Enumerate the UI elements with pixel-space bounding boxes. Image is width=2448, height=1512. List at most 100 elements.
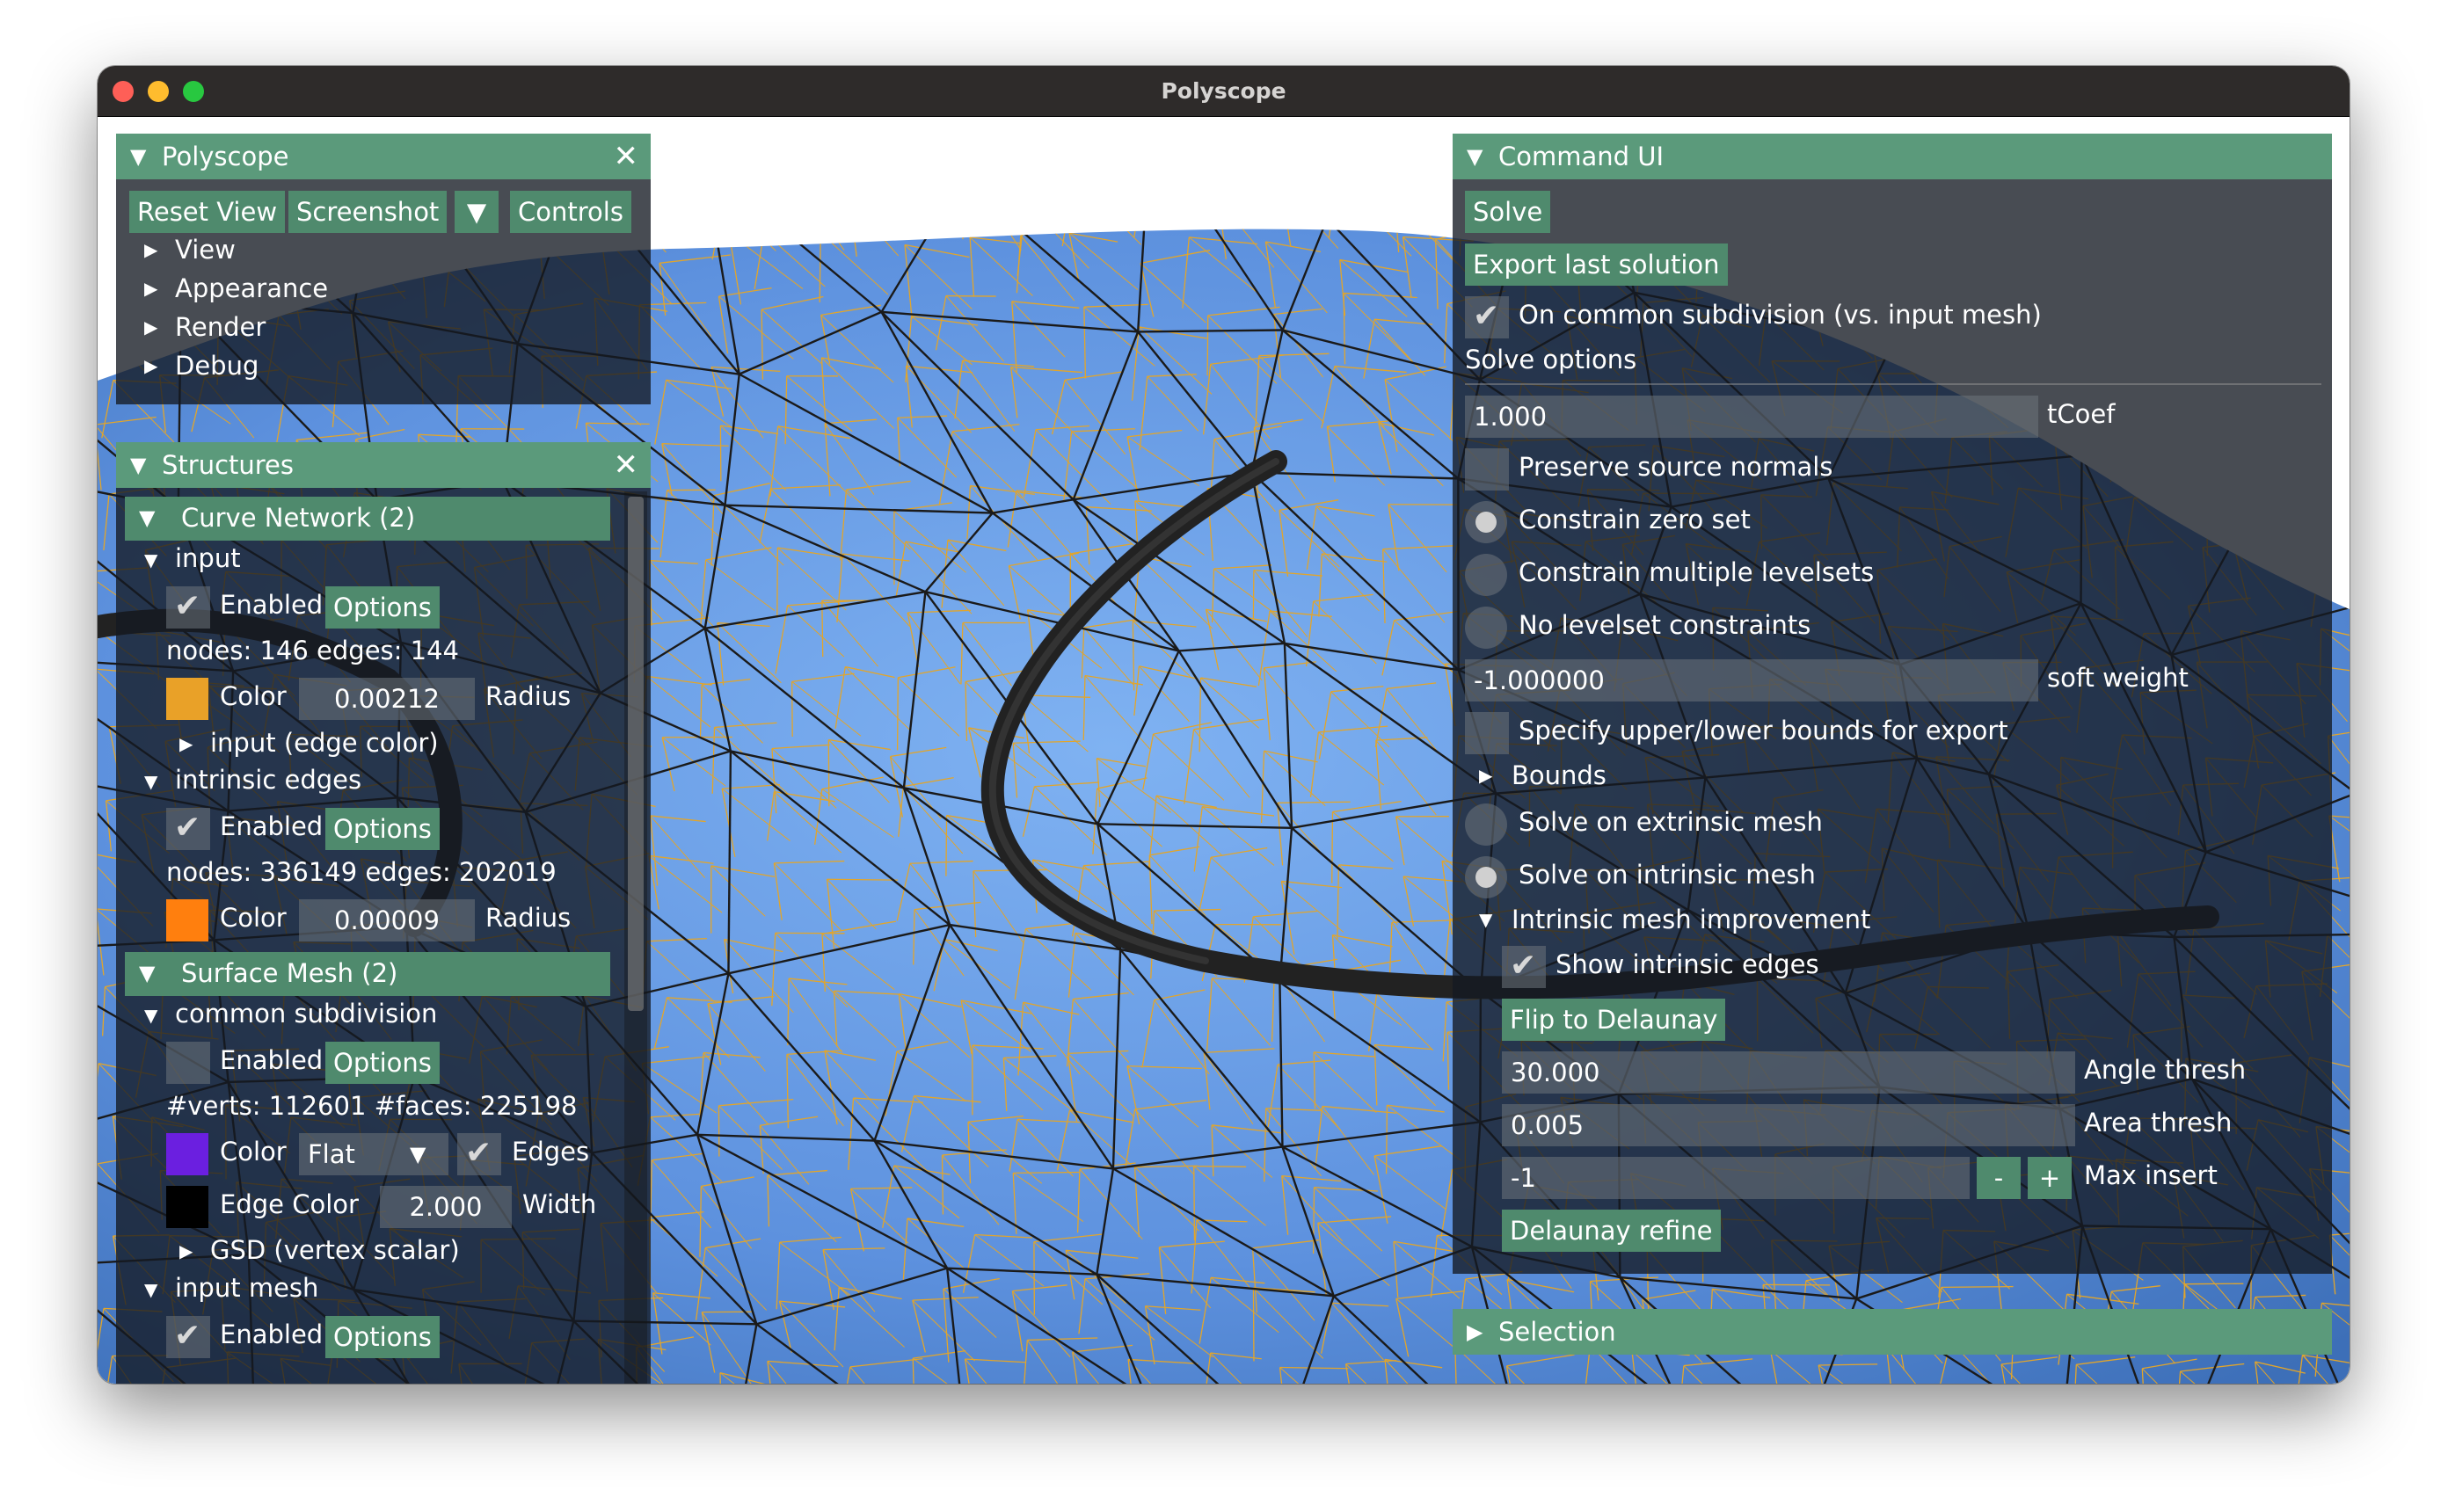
preserve-normals-checkbox[interactable] — [1465, 448, 1509, 491]
increment-button[interactable]: + — [2028, 1157, 2072, 1199]
tcoef-label: tCoef — [2047, 399, 2116, 429]
angle-thresh-input[interactable]: 30.000 — [1502, 1051, 2075, 1094]
tree-arrow-icon: ▶ — [179, 733, 193, 754]
solve-extrinsic-radio[interactable] — [1465, 803, 1507, 846]
check-icon: ✔ — [465, 1135, 492, 1171]
solve-button[interactable]: Solve — [1465, 191, 1551, 233]
width-label: Width — [522, 1189, 597, 1219]
screenshot-dropdown-button[interactable]: ▼ — [455, 191, 499, 233]
mesh-edge — [1252, 1287, 1255, 1362]
constrain-zero-radio[interactable] — [1465, 501, 1507, 543]
specify-bounds-checkbox[interactable] — [1465, 712, 1509, 754]
delaunay-refine-button[interactable]: Delaunay refine — [1502, 1210, 1721, 1252]
collapse-icon[interactable]: ▼ — [130, 453, 146, 477]
curve-intrinsic-name: intrinsic edges — [175, 765, 362, 795]
controls-button[interactable]: Controls — [510, 191, 631, 233]
structures-panel-title: Structures — [162, 450, 295, 480]
common-enabled-checkbox[interactable] — [166, 1042, 210, 1084]
selection-header[interactable]: ▶ Selection — [1453, 1309, 2332, 1355]
title-bar: Polyscope — [98, 66, 2350, 117]
input-options-button[interactable]: Options — [325, 586, 440, 629]
expand-icon[interactable]: ▼ — [144, 1279, 157, 1300]
mesh-edge — [1193, 1166, 1196, 1241]
input-mesh-options-button[interactable]: Options — [325, 1316, 440, 1358]
expand-icon[interactable]: ▼ — [144, 771, 157, 792]
command-ui-panel: ▼ Command UI Solve Export last solution … — [1453, 134, 2332, 1274]
command-ui-header[interactable]: ▼ Command UI — [1453, 134, 2332, 179]
window-title: Polyscope — [1161, 78, 1286, 104]
input-enabled-checkbox[interactable]: ✔ — [166, 586, 210, 629]
area-thresh-input[interactable]: 0.005 — [1502, 1104, 2075, 1146]
no-levelset-label: No levelset constraints — [1519, 610, 1811, 640]
edge-width-slider[interactable]: 2.000 — [380, 1186, 512, 1228]
soft-weight-input[interactable]: -1.000000 — [1465, 659, 2038, 701]
constrain-zero-label: Constrain zero set — [1519, 505, 1751, 534]
screenshot-button[interactable]: Screenshot — [288, 191, 448, 233]
max-insert-label: Max insert — [2084, 1160, 2218, 1190]
surface-mesh-header[interactable]: ▼ Surface Mesh (2) — [125, 952, 610, 996]
reset-view-button[interactable]: Reset View — [129, 191, 286, 233]
intrinsic-options-button[interactable]: Options — [325, 808, 440, 850]
gsd-vertex-scalar-item[interactable]: GSD (vertex scalar) — [210, 1235, 460, 1265]
edges-checkbox[interactable]: ✔ — [457, 1133, 501, 1175]
enabled-label: Enabled — [220, 590, 324, 620]
collapse-icon[interactable]: ▼ — [1467, 144, 1483, 169]
flip-to-delaunay-button[interactable]: Flip to Delaunay — [1502, 999, 1726, 1041]
show-intrinsic-checkbox[interactable]: ✔ — [1502, 946, 1546, 988]
check-icon: ✔ — [1510, 948, 1537, 984]
input-mesh-name: input mesh — [175, 1273, 319, 1303]
polyscope-panel-header[interactable]: ▼ Polyscope ✕ — [116, 134, 651, 179]
polyscope-panel-title: Polyscope — [162, 142, 289, 171]
mesh-edge — [776, 548, 779, 618]
expand-icon[interactable]: ▼ — [1479, 909, 1492, 930]
check-icon: ✔ — [174, 1318, 201, 1354]
decrement-button[interactable]: - — [1977, 1157, 2021, 1199]
polyscope-window: Polyscope ▼ Polyscope ✕ Reset View Scree… — [98, 66, 2350, 1384]
chevron-down-icon: ▼ — [410, 1142, 426, 1167]
surface-mesh-title: Surface Mesh (2) — [181, 958, 398, 988]
edge-color-swatch[interactable] — [166, 1186, 208, 1228]
common-subdivision-checkbox[interactable]: ✔ — [1465, 296, 1509, 338]
export-button[interactable]: Export last solution — [1465, 244, 1728, 286]
common-subdivision-name: common subdivision — [175, 999, 438, 1029]
expand-icon[interactable]: ▶ — [1467, 1319, 1483, 1344]
structures-panel-header[interactable]: ▼ Structures ✕ — [116, 442, 651, 488]
mesh-edge — [1385, 1105, 1388, 1174]
tree-item-render[interactable]: Render — [175, 312, 266, 342]
intrinsic-color-swatch[interactable] — [166, 899, 208, 941]
common-options-button[interactable]: Options — [325, 1042, 440, 1084]
close-icon[interactable]: ✕ — [614, 139, 639, 174]
solve-intrinsic-radio[interactable] — [1465, 856, 1507, 898]
input-mesh-enabled-checkbox[interactable]: ✔ — [166, 1316, 210, 1358]
bounds-tree-item[interactable]: Bounds — [1512, 760, 1606, 790]
intrinsic-stats: nodes: 336149 edges: 202019 — [166, 857, 557, 887]
input-color-swatch[interactable] — [166, 678, 208, 720]
input-radius-slider[interactable]: 0.00212 — [299, 678, 475, 720]
collapse-icon[interactable]: ▼ — [130, 144, 146, 169]
intrinsic-enabled-checkbox[interactable]: ✔ — [166, 808, 210, 850]
curve-network-header[interactable]: ▼ Curve Network (2) — [125, 497, 610, 541]
intrinsic-radius-slider[interactable]: 0.00009 — [299, 899, 475, 941]
input-stats: nodes: 146 edges: 144 — [166, 636, 459, 665]
mesh-edge — [775, 932, 845, 934]
scroll-thumb[interactable] — [628, 497, 644, 1011]
tree-item-debug[interactable]: Debug — [175, 351, 259, 381]
mesh-edge — [1331, 811, 1334, 883]
shade-style-select[interactable]: Flat ▼ — [299, 1133, 448, 1175]
no-levelset-radio[interactable] — [1465, 607, 1507, 649]
tree-item-appearance[interactable]: Appearance — [175, 273, 328, 303]
tcoef-input[interactable]: 1.000 — [1465, 396, 2038, 438]
expand-icon[interactable]: ▼ — [144, 1005, 157, 1026]
tree-item-view[interactable]: View — [175, 235, 236, 265]
expand-icon[interactable]: ▼ — [144, 549, 157, 571]
constrain-multi-radio[interactable] — [1465, 554, 1507, 596]
radio-selected-dot — [1475, 867, 1497, 888]
common-color-swatch[interactable] — [166, 1133, 208, 1175]
input-edge-color-item[interactable]: input (edge color) — [210, 728, 439, 758]
structures-scrollbar[interactable] — [624, 491, 647, 1384]
mesh-edge — [790, 681, 793, 737]
close-icon[interactable]: ✕ — [614, 447, 639, 483]
tree-arrow-icon: ▶ — [179, 1240, 193, 1261]
edge-color-label: Edge Color — [220, 1189, 359, 1219]
max-insert-input[interactable]: -1 — [1502, 1157, 1970, 1199]
